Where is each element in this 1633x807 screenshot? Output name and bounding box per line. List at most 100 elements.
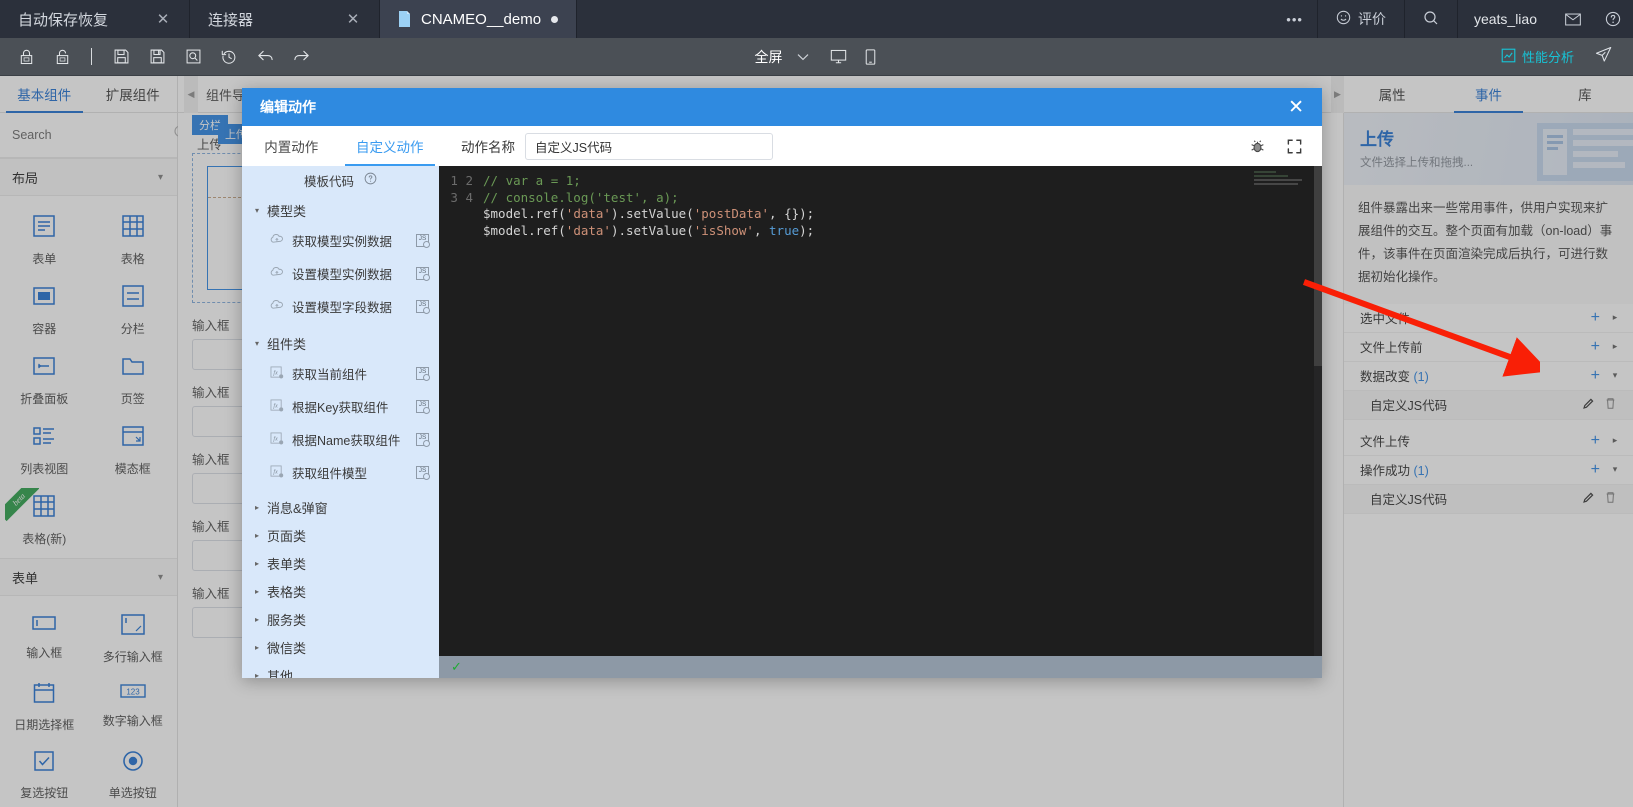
tree-group-service[interactable]: ▸ 服务类 [242,605,439,633]
chevron-right-icon: ▸ [255,530,260,540]
preview-icon[interactable] [177,42,209,72]
fullscreen-mode-button[interactable]: 全屏 [747,47,791,67]
desktop-icon[interactable] [823,42,855,72]
chevron-right-icon: ▸ [255,614,260,624]
tree-group-label: 表单类 [267,556,307,572]
tree-group-table[interactable]: ▸ 表格类 [242,577,439,605]
chevron-down-icon: ▾ [255,205,260,215]
tree-group-form[interactable]: ▸ 表单类 [242,549,439,577]
action-name-row: 动作名称 [439,126,1322,166]
tree-item-get-model-instance-data[interactable]: 获取模型实例数据 JS [242,224,439,257]
tree-item-get-component-model[interactable]: fx 获取组件模型 JS [242,456,439,489]
chart-icon [1501,48,1516,66]
search-icon [1423,10,1439,29]
code-content[interactable]: // var a = 1; // console.log('test', a);… [483,166,1322,656]
tab-close-icon[interactable]: ✕ [155,12,171,27]
bug-icon[interactable] [1244,138,1271,155]
js-icon: JS [416,267,430,281]
tree-item-get-current-component[interactable]: fx 获取当前组件 JS [242,357,439,390]
js-icon: JS [416,300,430,314]
code-line-1: // var a = 1; [483,173,581,188]
editor-minimap[interactable] [1254,170,1314,186]
redo-icon[interactable] [285,42,317,72]
unlock-icon[interactable] [46,42,78,72]
tab-auto-save-recovery[interactable]: 自动保存恢复 ✕ [0,0,190,38]
tree-group-label: 表格类 [267,584,307,600]
tree-group-label: 页面类 [267,528,307,544]
tree-item-set-model-field-data[interactable]: 设置模型字段数据 JS [242,290,439,323]
tree-group-message-popup[interactable]: ▸ 消息&弹窗 [242,493,439,521]
send-icon[interactable] [1580,45,1621,69]
dialog-title: 编辑动作 [260,99,316,115]
tree-item-set-model-instance-data[interactable]: 设置模型实例数据 JS [242,257,439,290]
tab-builtin-actions[interactable]: 内置动作 [242,126,341,166]
editor-scrollbar[interactable] [1314,166,1322,656]
chevron-right-icon: ▸ [255,670,260,679]
mail-icon[interactable] [1553,0,1593,38]
tree-item-label: 设置模型实例数据 [292,268,393,282]
tab-connector[interactable]: 连接器 ✕ [190,0,380,38]
template-code-label: 模板代码 [303,174,354,189]
titlebar-actions: ••• 评价 yeats_liao [1272,0,1633,38]
performance-analysis-button[interactable]: 性能分析 [1501,47,1574,66]
cloud-icon [270,299,284,314]
document-icon [398,11,411,27]
tab-cnameo-demo[interactable]: CNAMEO__demo [380,0,578,38]
lock-icon[interactable] [10,42,42,72]
mobile-icon[interactable] [855,42,887,72]
rate-label: 评价 [1357,11,1386,27]
action-template-tree[interactable]: ▾ 模型类 获取模型实例数据 JS 设置模型实例数据 JS 设置模型字段数据 J… [242,194,439,678]
action-name-input[interactable] [525,132,773,160]
fx-icon: fx [270,366,284,382]
tree-item-label: 获取模型实例数据 [292,235,393,249]
user-name[interactable]: yeats_liao [1456,0,1553,38]
dialog-header: 编辑动作 ✕ [242,88,1322,126]
edit-action-dialog: 编辑动作 ✕ 内置动作 自定义动作 模板代码 ▾ 模型类 获取模型实例数据 JS… [242,88,1322,678]
tab-close-icon[interactable]: ✕ [345,12,361,27]
undo-icon[interactable] [249,42,281,72]
more-options-button[interactable]: ••• [1272,0,1317,38]
close-icon[interactable]: ✕ [1282,98,1310,117]
rate-button[interactable]: 评价 [1316,0,1404,38]
template-code-header: 模板代码 [242,166,439,194]
chevron-right-icon: ▸ [255,558,260,568]
tree-item-label: 获取当前组件 [292,368,368,382]
chevron-down-icon[interactable] [791,48,823,66]
tree-item-label: 根据Key获取组件 [292,401,389,415]
action-editor-area: 动作名称 1 2 [439,126,1322,678]
tree-group-page[interactable]: ▸ 页面类 [242,521,439,549]
scrollbar-thumb[interactable] [1314,166,1322,366]
svg-text:fx: fx [273,369,278,376]
titlebar-spacer [577,0,1273,38]
tree-group-label: 服务类 [267,612,307,628]
editor-status-bar: ✓ [439,656,1322,678]
tree-group-component[interactable]: ▾ 组件类 [242,329,439,357]
tree-group-label: 微信类 [267,640,307,656]
question-circle-icon[interactable] [364,172,377,188]
main-toolbar: 全屏 性能分析 [0,38,1633,76]
tree-group-wechat[interactable]: ▸ 微信类 [242,633,439,661]
code-editor[interactable]: 1 2 3 4 // var a = 1; // console.log('te… [439,166,1322,656]
fullscreen-icon[interactable] [1281,138,1308,155]
save-icon[interactable] [105,42,137,72]
tab-custom-actions[interactable]: 自定义动作 [341,126,440,166]
action-template-sidebar: 内置动作 自定义动作 模板代码 ▾ 模型类 获取模型实例数据 JS 设置模型实例… [242,126,439,678]
tree-item-label: 设置模型字段数据 [292,301,393,315]
tree-item-get-component-by-name[interactable]: fx 根据Name获取组件 JS [242,423,439,456]
action-name-label: 动作名称 [461,140,515,155]
cloud-icon [270,266,284,281]
toolbar-right-group: 性能分析 [1501,45,1633,69]
tab-label: 连接器 [208,11,254,29]
tree-group-label: 其他 [267,668,294,679]
performance-label: 性能分析 [1521,50,1574,65]
svg-text:fx: fx [273,435,278,442]
history-icon[interactable] [213,42,245,72]
help-icon[interactable] [1593,0,1633,38]
tree-group-model[interactable]: ▾ 模型类 [242,196,439,224]
save-as-icon[interactable] [141,42,173,72]
tree-group-other[interactable]: ▸ 其他 [242,661,439,679]
line-numbers: 1 2 3 4 [450,173,473,205]
cloud-icon [270,233,284,248]
tree-item-get-component-by-key[interactable]: fx 根据Key获取组件 JS [242,390,439,423]
search-button[interactable] [1403,0,1457,38]
